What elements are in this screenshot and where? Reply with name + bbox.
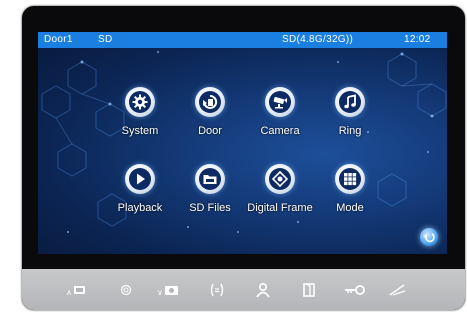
app-label: Mode — [336, 202, 364, 214]
hardware-button-bar: ∧ ∨ — [22, 269, 465, 310]
key-button[interactable] — [343, 282, 367, 298]
intercom-icon — [210, 283, 224, 297]
door-icon — [303, 283, 315, 297]
down-camera-icon: ∨ — [157, 286, 178, 297]
music-note-icon — [344, 94, 356, 109]
gear-icon — [132, 94, 148, 110]
person-button[interactable] — [251, 282, 275, 298]
up-monitor-button[interactable]: ∧ — [64, 282, 88, 298]
clock: 12:02 — [404, 34, 431, 45]
camera-icon — [273, 96, 287, 109]
storage-indicator: SD — [98, 34, 113, 45]
hangup-button[interactable] — [386, 282, 410, 298]
back-arrow-icon — [423, 233, 435, 243]
hangup-icon — [389, 284, 406, 296]
intercom-button[interactable] — [205, 282, 229, 298]
door-indicator: Door1 — [44, 34, 73, 45]
person-icon — [256, 282, 270, 298]
svg-text:∨: ∨ — [157, 288, 163, 297]
hexagon-background — [41, 51, 447, 233]
door-return-icon — [203, 94, 218, 109]
screen: Door1 SD SD(4.8G/32G)) 12:02 System Door… — [38, 32, 447, 254]
grid-icon — [344, 173, 357, 186]
settings-ring-icon — [120, 284, 132, 296]
svg-text:∧: ∧ — [66, 288, 72, 297]
app-label: Ring — [338, 125, 362, 137]
key-icon — [345, 285, 365, 295]
settings-ring-button[interactable] — [114, 282, 138, 298]
door-button[interactable] — [297, 282, 321, 298]
photo-frame-icon — [272, 171, 288, 187]
status-bar: Door1 SD SD(4.8G/32G)) 12:02 — [38, 32, 447, 48]
folder-icon — [203, 175, 217, 184]
intercom-device: Door1 SD SD(4.8G/32G)) 12:02 System Door… — [22, 6, 465, 310]
app-mode[interactable]: Mode — [305, 164, 395, 214]
up-monitor-icon: ∧ — [66, 286, 85, 297]
back-button[interactable] — [420, 228, 438, 246]
play-icon — [137, 173, 145, 185]
app-ring[interactable]: Ring — [305, 87, 395, 137]
sd-capacity: SD(4.8G/32G)) — [282, 34, 354, 45]
down-camera-button[interactable]: ∨ — [156, 282, 180, 298]
